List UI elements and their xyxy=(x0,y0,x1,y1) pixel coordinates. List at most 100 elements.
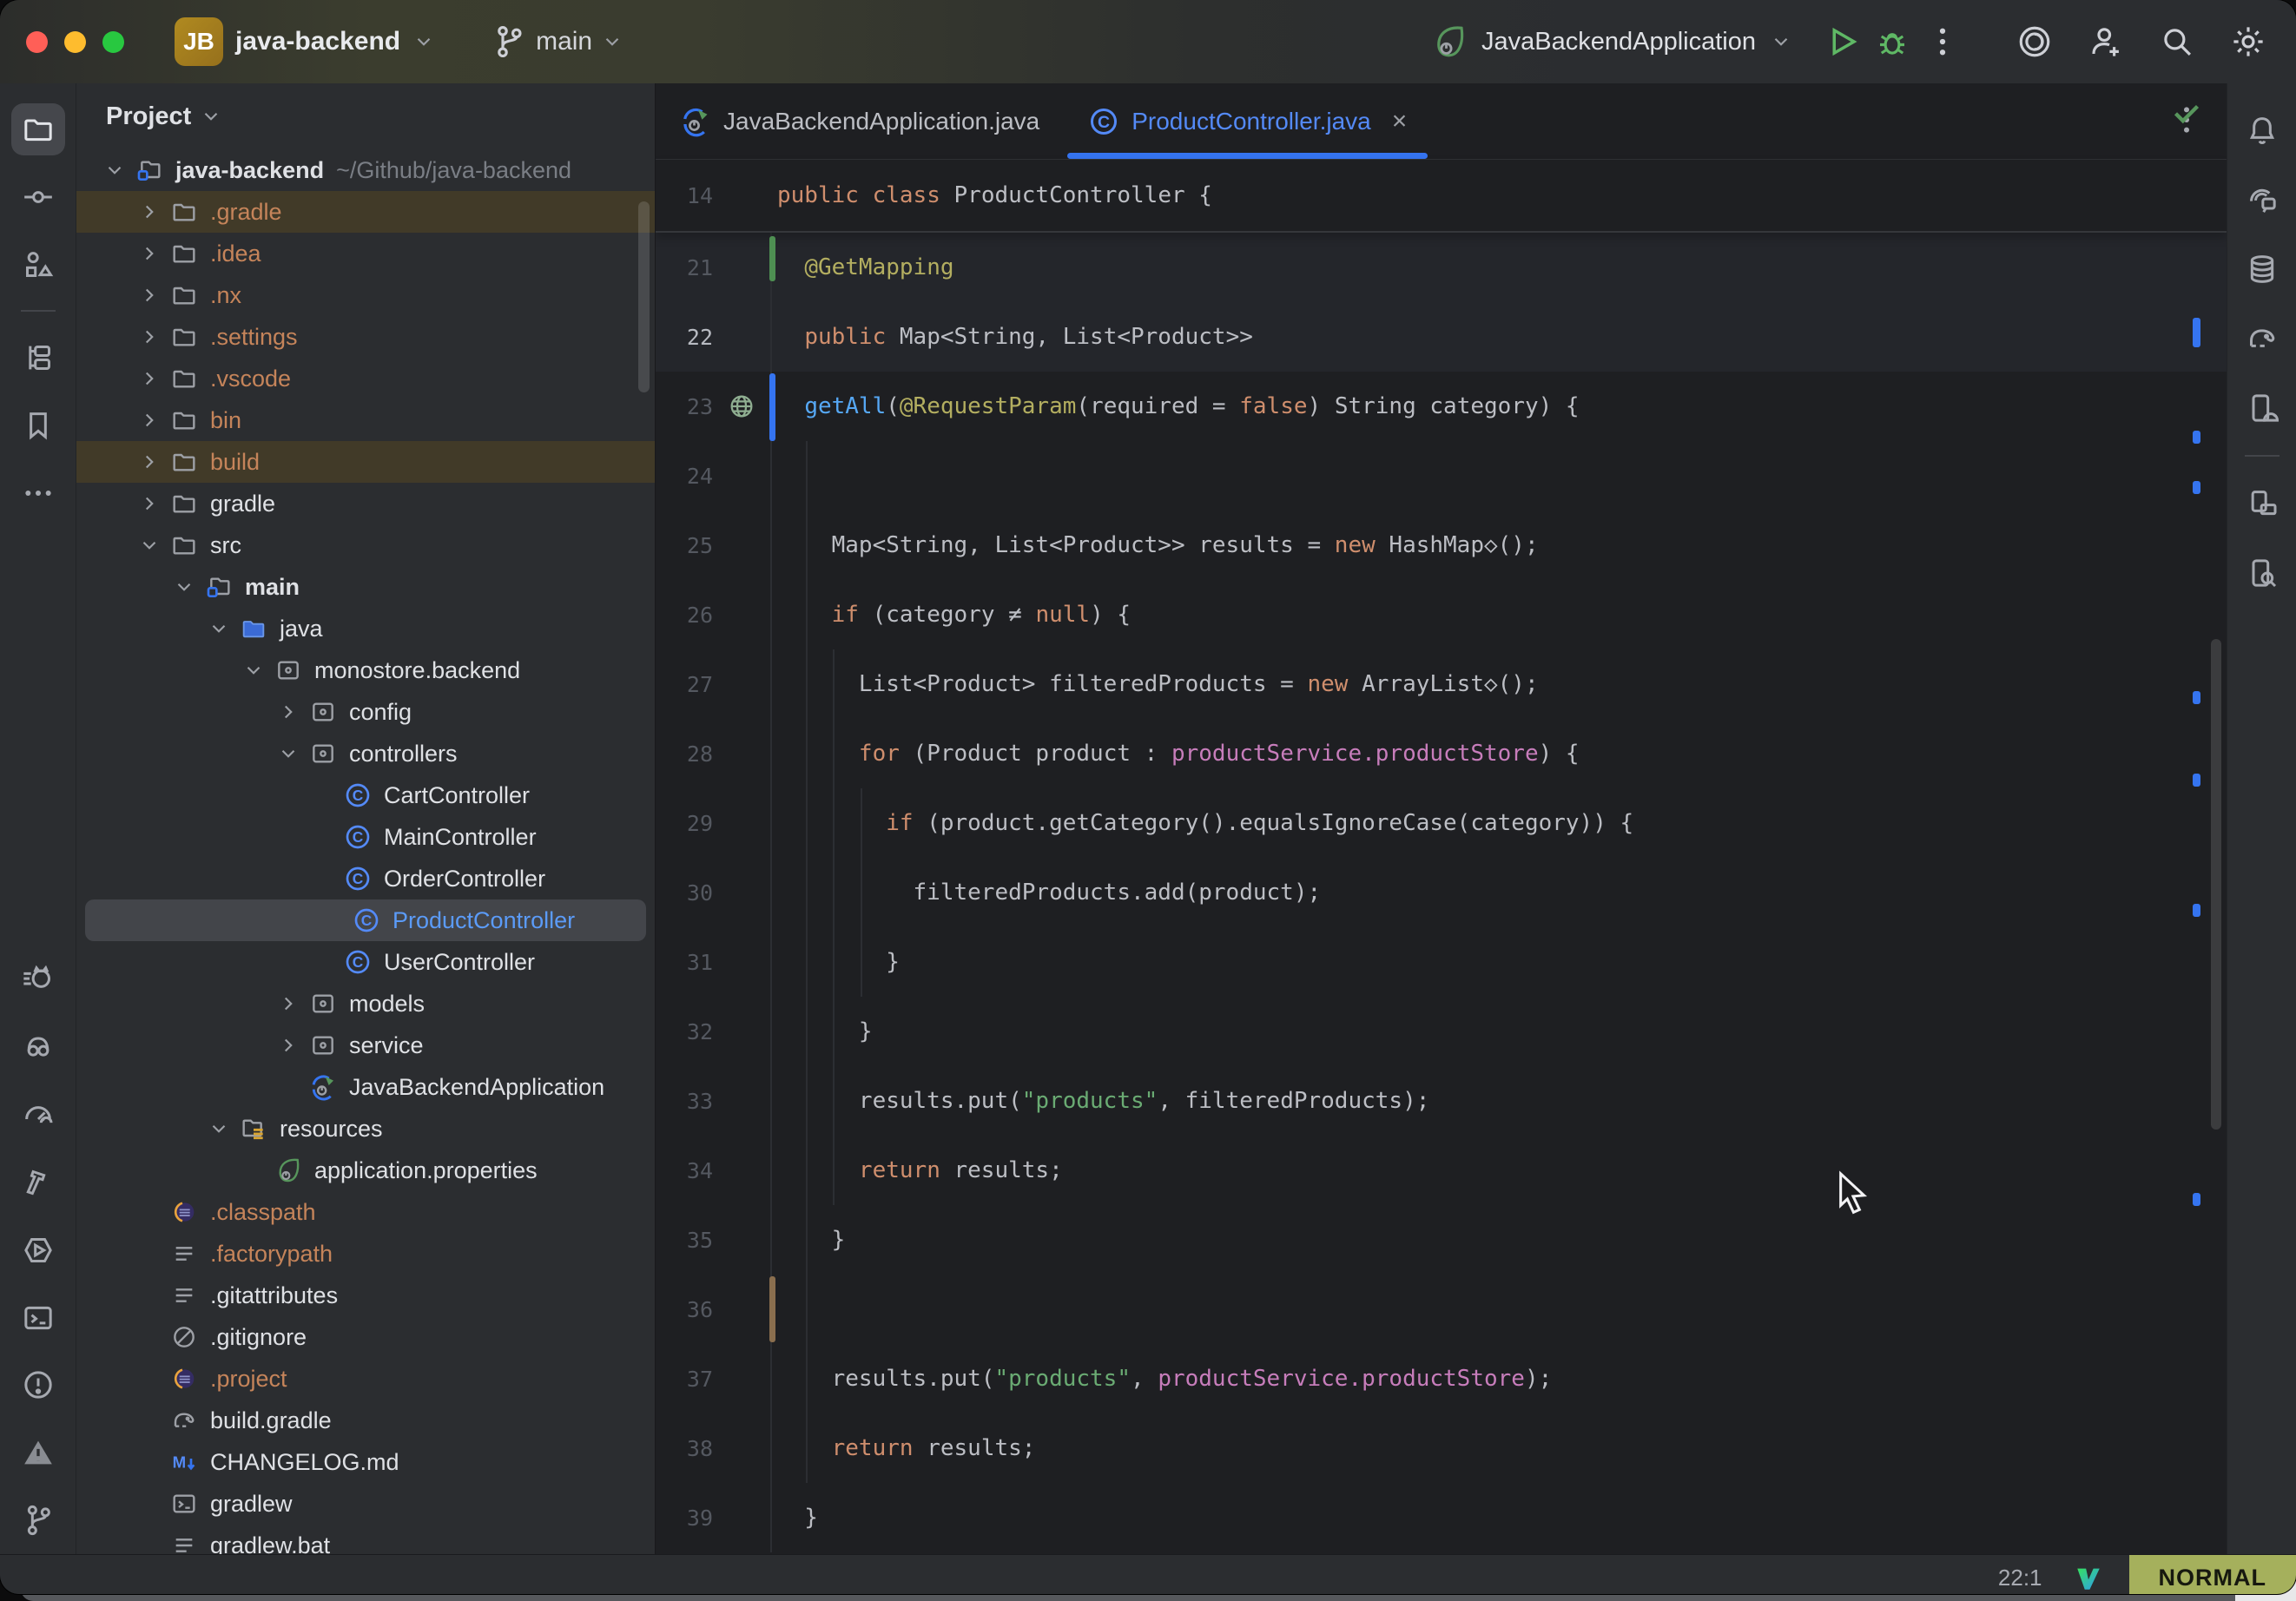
chevron-right-icon[interactable] xyxy=(132,236,167,271)
tree-row-service[interactable]: service xyxy=(76,1025,655,1066)
tree-row-.nx[interactable]: .nx xyxy=(76,274,655,316)
chevron-down-icon[interactable] xyxy=(97,153,132,188)
tree-row-models[interactable]: models xyxy=(76,983,655,1025)
settings-gear-icon[interactable] xyxy=(2230,23,2266,60)
gradle-tool-icon[interactable] xyxy=(2235,312,2289,366)
tree-row-gradlew[interactable]: gradlew xyxy=(76,1483,655,1525)
project-widget[interactable]: JB java-backend xyxy=(175,17,435,66)
tree-row-JavaBackendApplication[interactable]: JavaBackendApplication xyxy=(76,1066,655,1108)
chevron-right-icon[interactable] xyxy=(132,194,167,229)
run-configuration[interactable]: JavaBackendApplication xyxy=(1481,28,1756,56)
tree-row-gradlew.bat[interactable]: gradlew.bat xyxy=(76,1525,655,1554)
code-line-22[interactable]: 22 public Map<String, List<Product>> xyxy=(656,302,2227,372)
notifications-tool-icon[interactable] xyxy=(2235,103,2289,157)
hierarchy-tool-icon[interactable] xyxy=(11,332,65,384)
device-explorer-tool-icon[interactable] xyxy=(2235,546,2289,600)
caret-position[interactable]: 22:1 xyxy=(1998,1565,2042,1591)
profiler-tool-icon[interactable] xyxy=(11,1089,65,1141)
debug-button[interactable] xyxy=(1874,23,1910,60)
code-line-35[interactable]: 35 } xyxy=(656,1205,2227,1275)
copilot-tool-icon[interactable] xyxy=(11,1021,65,1073)
chevron-right-icon[interactable] xyxy=(132,486,167,521)
dash-cat-tool-icon[interactable] xyxy=(11,953,65,1005)
running-devices-tool-icon[interactable] xyxy=(2235,477,2289,530)
sticky-line[interactable]: 14public class ProductController { xyxy=(656,160,2227,233)
tree-row-java-backend[interactable]: java-backend~/Github/java-backend xyxy=(76,149,655,191)
add-user-icon[interactable] xyxy=(2088,23,2124,60)
structure-tool-icon[interactable] xyxy=(11,239,65,291)
chevron-down-icon[interactable] xyxy=(200,105,222,128)
code-line-32[interactable]: 32 } xyxy=(656,997,2227,1066)
chevron-right-icon[interactable] xyxy=(271,986,306,1021)
code-line-24[interactable]: 24 xyxy=(656,441,2227,511)
chevron-down-icon[interactable] xyxy=(271,736,306,771)
project-tool-icon[interactable] xyxy=(11,103,65,155)
services-tool-icon[interactable] xyxy=(11,1224,65,1276)
tree-row-.classpath[interactable]: .classpath xyxy=(76,1191,655,1233)
tree-row-UserController[interactable]: CUserController xyxy=(76,941,655,983)
editor-scrollbar[interactable] xyxy=(2211,639,2221,1130)
tree-row-.gradle[interactable]: .gradle xyxy=(76,191,655,233)
chevron-down-icon[interactable] xyxy=(236,653,271,688)
chevron-down-icon[interactable] xyxy=(132,528,167,563)
inspections-ok-icon[interactable] xyxy=(2169,96,2204,130)
tree-row-controllers[interactable]: controllers xyxy=(76,733,655,774)
chevron-right-icon[interactable] xyxy=(132,403,167,438)
run-button[interactable] xyxy=(1824,23,1860,60)
project-scrollbar[interactable] xyxy=(638,201,650,392)
chevron-down-icon[interactable] xyxy=(201,1111,236,1146)
chevron-down-icon[interactable] xyxy=(167,570,201,604)
code-line-36[interactable]: 36 xyxy=(656,1275,2227,1344)
chevron-right-icon[interactable] xyxy=(132,361,167,396)
tree-row-resources[interactable]: resources xyxy=(76,1108,655,1150)
code-line-27[interactable]: 27 List<Product> filteredProducts = new … xyxy=(656,649,2227,719)
tree-row-.factorypath[interactable]: .factorypath xyxy=(76,1233,655,1275)
code-line-33[interactable]: 33 results.put("products", filteredProdu… xyxy=(656,1066,2227,1136)
code-line-21[interactable]: 21 @GetMapping xyxy=(656,233,2227,302)
tree-row-.project[interactable]: .project xyxy=(76,1358,655,1400)
build-tool-icon[interactable] xyxy=(11,1156,65,1209)
code-line-34[interactable]: 34 return results; xyxy=(656,1136,2227,1205)
tree-row-monostore.backend[interactable]: monostore.backend xyxy=(76,649,655,691)
tree-row-src[interactable]: src xyxy=(76,524,655,566)
tree-row-ProductController[interactable]: CProductController xyxy=(85,899,646,941)
chevron-right-icon[interactable] xyxy=(132,320,167,354)
scroll-error-stripe-mark[interactable] xyxy=(2193,1193,2200,1206)
tree-row-CartController[interactable]: CCartController xyxy=(76,774,655,816)
scroll-error-stripe-mark[interactable] xyxy=(2193,481,2200,494)
database-tool-icon[interactable] xyxy=(2235,242,2289,296)
ai-assistant-tool-icon[interactable] xyxy=(2235,173,2289,227)
editor-tab-JavaBackendApplication.java[interactable]: JavaBackendApplication.java xyxy=(656,83,1064,159)
tree-row-java[interactable]: java xyxy=(76,608,655,649)
version-control-tool-icon[interactable] xyxy=(11,1494,65,1546)
tree-row-main[interactable]: main xyxy=(76,566,655,608)
code-line-30[interactable]: 30 filteredProducts.add(product); xyxy=(656,858,2227,927)
code-line-39[interactable]: 39 } xyxy=(656,1483,2227,1552)
code-line-26[interactable]: 26 if (category ≠ null) { xyxy=(656,580,2227,649)
code-line-25[interactable]: 25 Map<String, List<Product>> results = … xyxy=(656,511,2227,580)
code-line-37[interactable]: 37 results.put("products", productServic… xyxy=(656,1344,2227,1413)
ai-assistant-icon[interactable] xyxy=(2016,23,2053,60)
tree-row-gradle[interactable]: gradle xyxy=(76,483,655,524)
chevron-right-icon[interactable] xyxy=(132,278,167,313)
device-manager-tool-icon[interactable] xyxy=(2235,381,2289,435)
more-actions-button[interactable] xyxy=(1924,23,1961,60)
chevron-right-icon[interactable] xyxy=(271,1028,306,1063)
scroll-error-stripe-mark[interactable] xyxy=(2193,318,2200,347)
scroll-error-stripe-mark[interactable] xyxy=(2193,431,2200,444)
terminal-tool-icon[interactable] xyxy=(11,1292,65,1344)
close-window-button[interactable] xyxy=(26,31,48,53)
zoom-window-button[interactable] xyxy=(102,31,124,53)
tree-row-CHANGELOG.md[interactable]: MCHANGELOG.md xyxy=(76,1441,655,1483)
code-viewport[interactable]: 21 @GetMapping22 public Map<String, List… xyxy=(656,233,2227,1552)
tree-row-OrderController[interactable]: COrderController xyxy=(76,858,655,899)
bookmarks-tool-icon[interactable] xyxy=(11,399,65,451)
code-line-23[interactable]: 23 getAll(@RequestParam(required = false… xyxy=(656,372,2227,441)
code-line-29[interactable]: 29 if (product.getCategory().equalsIgnor… xyxy=(656,788,2227,858)
commit-tool-icon[interactable] xyxy=(11,171,65,223)
tree-row-.gitignore[interactable]: .gitignore xyxy=(76,1316,655,1358)
warnings-tool-icon[interactable] xyxy=(11,1426,65,1479)
more-tool-windows-icon[interactable] xyxy=(11,467,65,519)
tree-row-.gitattributes[interactable]: .gitattributes xyxy=(76,1275,655,1316)
rest-endpoint-globe-icon[interactable] xyxy=(713,392,770,421)
